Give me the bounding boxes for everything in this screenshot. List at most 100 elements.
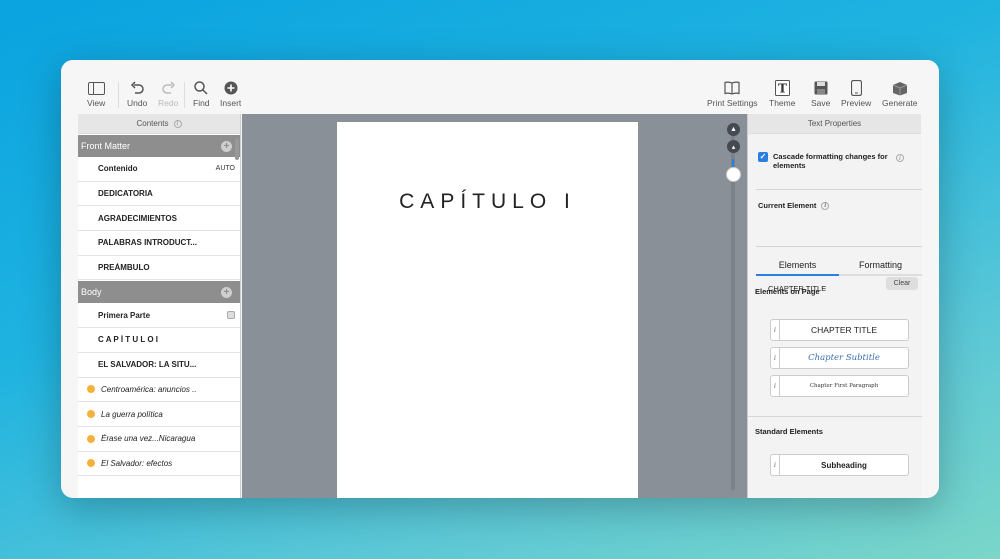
book-page[interactable]: CAPÍTULO I bbox=[337, 122, 638, 498]
print-settings-label: Print Settings bbox=[707, 98, 758, 108]
zoom-slider-knob[interactable] bbox=[726, 167, 741, 182]
properties-tabs: Elements Formatting bbox=[756, 256, 922, 276]
section-label: Front Matter bbox=[81, 141, 131, 151]
status-dot-icon bbox=[87, 410, 95, 419]
redo-icon bbox=[161, 80, 176, 96]
theme-label: Theme bbox=[769, 98, 796, 108]
preview-label: Preview bbox=[841, 98, 872, 108]
info-icon[interactable]: i bbox=[771, 348, 780, 368]
element-card[interactable]: i CHAPTER TITLE bbox=[770, 319, 909, 341]
contents-header: Contents i bbox=[78, 114, 240, 134]
chapter-title[interactable]: CAPÍTULO I bbox=[337, 190, 638, 214]
text-properties-panel: Text Properties ✓ Cascade formatting cha… bbox=[747, 114, 922, 498]
item-label: La guerra política bbox=[101, 409, 163, 419]
add-front-matter-icon[interactable]: + bbox=[221, 140, 232, 152]
contents-item[interactable]: Primera Parte bbox=[78, 303, 240, 329]
contents-title: Contents bbox=[136, 119, 169, 128]
divider bbox=[748, 416, 922, 417]
item-label: PALABRAS INTRODUCT... bbox=[98, 238, 197, 248]
element-label: Subheading bbox=[821, 460, 867, 470]
panel-title: Text Properties bbox=[748, 114, 921, 134]
info-icon[interactable]: i bbox=[771, 320, 780, 340]
contents-item[interactable]: DEDICATORIA bbox=[78, 182, 240, 207]
element-label: Chapter Subtitle bbox=[808, 353, 880, 363]
save-button[interactable]: Save bbox=[811, 80, 830, 108]
status-dot-icon bbox=[87, 385, 95, 394]
section-front-matter[interactable]: Front Matter + bbox=[78, 135, 240, 157]
status-dot-icon bbox=[87, 459, 95, 468]
find-button[interactable]: Find bbox=[193, 80, 210, 108]
toolbar-divider bbox=[118, 82, 119, 108]
element-card[interactable]: i Subheading bbox=[770, 454, 909, 476]
contents-item[interactable]: EL SALVADOR: LA SITU... bbox=[78, 353, 240, 378]
contents-item-selected[interactable]: C A P Í T U L O I bbox=[78, 328, 240, 353]
zoom-slider-track[interactable] bbox=[731, 130, 735, 490]
undo-button[interactable]: Undo bbox=[127, 80, 147, 108]
undo-label: Undo bbox=[127, 98, 148, 108]
print-settings-button[interactable]: Print Settings bbox=[707, 80, 758, 108]
save-label: Save bbox=[811, 98, 831, 108]
tab-elements[interactable]: Elements bbox=[756, 256, 839, 276]
phone-icon bbox=[850, 80, 862, 96]
view-button[interactable]: View bbox=[87, 80, 105, 108]
contents-item[interactable]: Contenido AUTO bbox=[78, 157, 240, 182]
item-label: Contenido bbox=[98, 164, 138, 174]
redo-button[interactable]: Redo bbox=[158, 80, 178, 108]
contents-subitem[interactable]: Centroamérica: anuncios .. bbox=[78, 378, 240, 403]
toolbar: View Undo Redo Find Insert Print Setting… bbox=[61, 60, 939, 114]
item-label: PREÁMBULO bbox=[98, 263, 150, 273]
svg-text:T: T bbox=[778, 82, 787, 96]
theme-icon: T bbox=[774, 80, 790, 96]
box-icon bbox=[892, 80, 908, 96]
standard-elements-heading: Standard Elements bbox=[755, 427, 823, 436]
cascade-checkbox[interactable]: ✓ bbox=[758, 152, 768, 162]
item-label: C A P Í T U L O I bbox=[98, 335, 159, 345]
info-icon[interactable]: i bbox=[173, 119, 182, 128]
save-icon bbox=[814, 80, 828, 96]
zoom-fit-icon[interactable]: ▲ bbox=[727, 123, 740, 136]
section-body[interactable]: Body + bbox=[78, 281, 240, 304]
element-card[interactable]: i Chapter Subtitle bbox=[770, 347, 909, 369]
theme-button[interactable]: T Theme bbox=[769, 80, 795, 108]
page-canvas: CAPÍTULO I ▲ ▴ bbox=[242, 114, 747, 498]
insert-button[interactable]: Insert bbox=[220, 80, 241, 108]
contents-subitem[interactable]: Érase una vez...Nicaragua bbox=[78, 427, 240, 452]
add-body-icon[interactable]: + bbox=[221, 286, 232, 298]
info-icon[interactable]: i bbox=[821, 201, 830, 210]
info-icon[interactable]: i bbox=[771, 455, 780, 475]
cascade-label: Cascade formatting changes for elements bbox=[773, 152, 888, 170]
info-icon[interactable]: i bbox=[771, 376, 780, 396]
contents-subitem[interactable]: La guerra política bbox=[78, 402, 240, 427]
element-label: CHAPTER TITLE bbox=[811, 325, 877, 335]
item-label: DEDICATORIA bbox=[98, 189, 153, 199]
generate-button[interactable]: Generate bbox=[882, 80, 917, 108]
current-element-heading: Current Element i bbox=[758, 201, 830, 210]
find-label: Find bbox=[193, 98, 210, 108]
toolbar-divider bbox=[184, 82, 185, 108]
cascade-option[interactable]: ✓ Cascade formatting changes for element… bbox=[758, 152, 898, 170]
plus-circle-icon bbox=[224, 80, 238, 96]
undo-icon bbox=[130, 80, 145, 96]
contents-item[interactable]: PALABRAS INTRODUCT... bbox=[78, 231, 240, 256]
zoom-up-icon[interactable]: ▴ bbox=[727, 140, 740, 153]
item-label: Primera Parte bbox=[98, 310, 151, 320]
tab-formatting[interactable]: Formatting bbox=[839, 256, 922, 276]
app-window: View Undo Redo Find Insert Print Setting… bbox=[61, 60, 939, 498]
clear-button[interactable]: Clear bbox=[886, 277, 918, 290]
auto-badge: AUTO bbox=[215, 165, 235, 173]
contents-subitem[interactable]: El Salvador: efectos bbox=[78, 452, 240, 477]
info-icon[interactable]: i bbox=[896, 154, 904, 162]
item-label: Centroamérica: anuncios .. bbox=[101, 384, 197, 394]
element-label: Chapter First Paragraph bbox=[809, 383, 879, 389]
sidebar-icon bbox=[87, 80, 105, 96]
contents-item[interactable]: PREÁMBULO bbox=[78, 256, 240, 281]
item-label: EL SALVADOR: LA SITU... bbox=[98, 360, 197, 370]
preview-button[interactable]: Preview bbox=[841, 80, 871, 108]
item-label: AGRADECIMIENTOS bbox=[98, 213, 177, 223]
divider bbox=[756, 246, 922, 247]
element-card[interactable]: i Chapter First Paragraph bbox=[770, 375, 909, 397]
generate-label: Generate bbox=[882, 98, 918, 108]
item-label: El Salvador: efectos bbox=[101, 458, 173, 468]
contents-sidebar: Contents i Front Matter + Contenido AUTO… bbox=[78, 114, 241, 498]
contents-item[interactable]: AGRADECIMIENTOS bbox=[78, 206, 240, 232]
